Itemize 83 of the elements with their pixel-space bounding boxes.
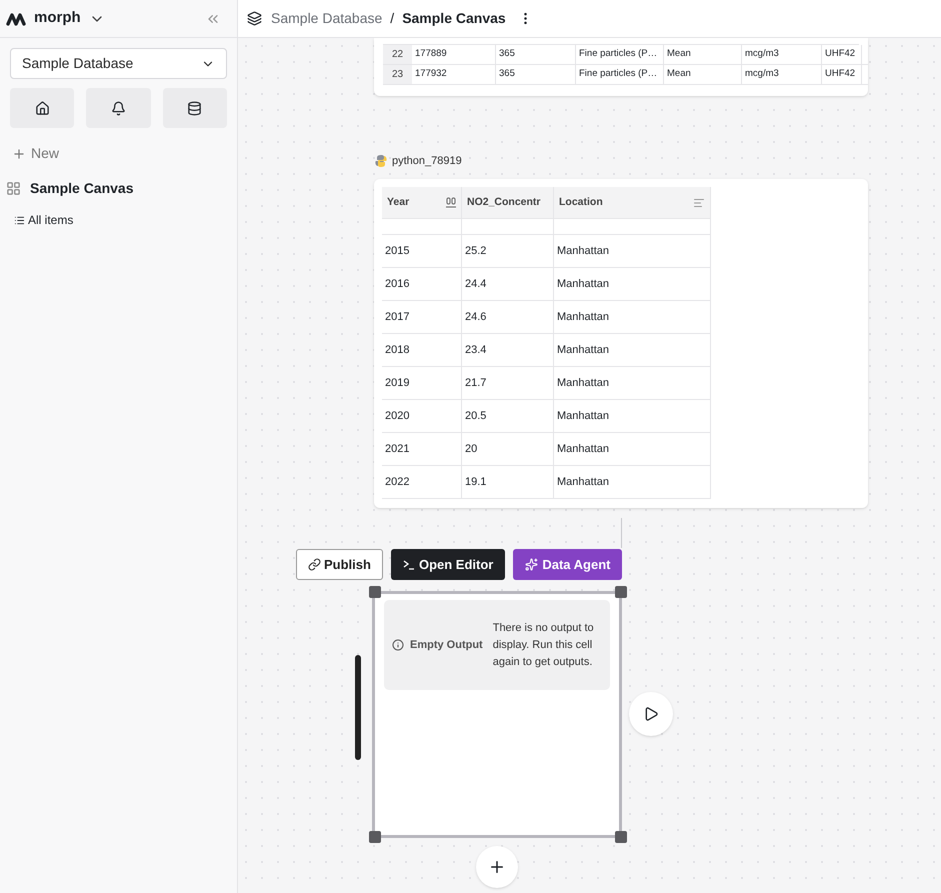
new-button[interactable]: New xyxy=(12,143,60,164)
table-cell: mcg/m3 xyxy=(742,65,822,84)
table-cell: 2019 xyxy=(382,367,462,399)
resize-corner-handle[interactable] xyxy=(615,586,627,598)
data-agent-button[interactable]: Data Agent xyxy=(513,549,622,580)
all-items-link[interactable]: All items xyxy=(14,211,74,229)
info-icon xyxy=(392,639,404,651)
workspace-name: morph xyxy=(34,8,81,28)
database-select[interactable]: Sample Database xyxy=(10,48,227,79)
table-cell: 2016 xyxy=(382,268,462,300)
table-cell: Manhattan xyxy=(554,433,711,465)
run-button[interactable] xyxy=(629,692,673,736)
plus-icon xyxy=(488,858,506,876)
database-button[interactable] xyxy=(162,88,227,128)
terminal-icon xyxy=(402,560,415,570)
table-cell: 19.1 xyxy=(462,466,554,498)
table-cell: UHF42 xyxy=(822,45,862,64)
empty-output-title: Empty Output xyxy=(410,638,483,653)
home-icon xyxy=(34,100,50,116)
publish-button[interactable]: Publish xyxy=(296,549,383,580)
table-cell: UHF42 xyxy=(822,65,862,84)
link-icon xyxy=(308,558,321,571)
table-cell: Manhattan xyxy=(554,301,711,333)
resize-corner-handle[interactable] xyxy=(615,831,627,843)
notifications-button[interactable] xyxy=(86,88,151,128)
empty-output-message: There is no output to display. Run this cell again to get outputs. xyxy=(492,620,595,670)
database-icon xyxy=(187,100,202,116)
table-cell: 24.6 xyxy=(462,301,554,333)
table-cell: Manhattan xyxy=(554,466,711,498)
grid-icon xyxy=(6,181,21,196)
table-cell: Mean xyxy=(664,45,742,64)
list-icon xyxy=(14,214,25,226)
table-cell: 2018 xyxy=(382,334,462,366)
table-cell: Manhattan xyxy=(554,268,711,300)
python-icon xyxy=(374,154,388,168)
home-button[interactable] xyxy=(10,88,74,128)
table-cell: Manhattan xyxy=(554,334,711,366)
table-cell: 23.4 xyxy=(462,334,554,366)
table-cell: 2021 xyxy=(382,433,462,465)
breadcrumb-link[interactable]: Sample Database xyxy=(271,8,382,29)
resize-handle[interactable] xyxy=(355,655,361,760)
table-cell: 365 xyxy=(496,45,576,64)
resize-corner-handle[interactable] xyxy=(369,831,381,843)
breadcrumb-separator: / xyxy=(390,9,394,28)
table-cell: 2020 xyxy=(382,400,462,432)
column-header[interactable]: Location xyxy=(559,194,603,210)
resize-corner-handle[interactable] xyxy=(369,586,381,598)
sparkles-icon xyxy=(525,558,538,571)
table-cell: 2015 xyxy=(382,235,462,267)
table-cell: 365 xyxy=(496,65,576,84)
selected-cell-frame[interactable]: Empty Output There is no output to display. Run this cell again to get outputs. xyxy=(372,591,622,838)
table-cell: 24.4 xyxy=(462,268,554,300)
column-header[interactable]: NO2_Concentr xyxy=(467,194,541,210)
row-number: 22 xyxy=(383,45,412,64)
cell-name: python_78919 xyxy=(392,154,462,169)
table-cell: mcg/m3 xyxy=(742,45,822,64)
breadcrumb-current: Sample Canvas xyxy=(402,9,506,28)
layers-icon xyxy=(247,11,262,26)
number-type-icon xyxy=(446,196,456,208)
plus-icon xyxy=(12,146,26,160)
canvas-nav-item[interactable]: Sample Canvas xyxy=(6,178,134,199)
logo-icon xyxy=(6,12,26,26)
open-editor-button[interactable]: Open Editor xyxy=(390,549,506,580)
add-cell-button[interactable] xyxy=(476,846,518,888)
table-cell: 177889 xyxy=(412,45,496,64)
table-cell: 20.5 xyxy=(462,400,554,432)
table-cell: Manhattan xyxy=(554,367,711,399)
table-cell: 21.7 xyxy=(462,367,554,399)
row-number: 23 xyxy=(383,65,412,84)
table-cell: 20 xyxy=(462,433,554,465)
table-cell: Fine particles (P… xyxy=(576,45,664,64)
table-cell: Mean xyxy=(664,65,742,84)
table-cell: Manhattan xyxy=(554,400,711,432)
table-cell: 2017 xyxy=(382,301,462,333)
text-type-icon xyxy=(693,196,705,208)
table-cell: 2022 xyxy=(382,466,462,498)
play-icon xyxy=(643,706,659,722)
table-cell: 25.2 xyxy=(462,235,554,267)
table-cell: Fine particles (P… xyxy=(576,65,664,84)
table-cell: Manhattan xyxy=(554,235,711,267)
column-header[interactable]: Year xyxy=(387,194,410,210)
bell-icon xyxy=(110,100,126,116)
table-cell: 177932 xyxy=(412,65,496,84)
